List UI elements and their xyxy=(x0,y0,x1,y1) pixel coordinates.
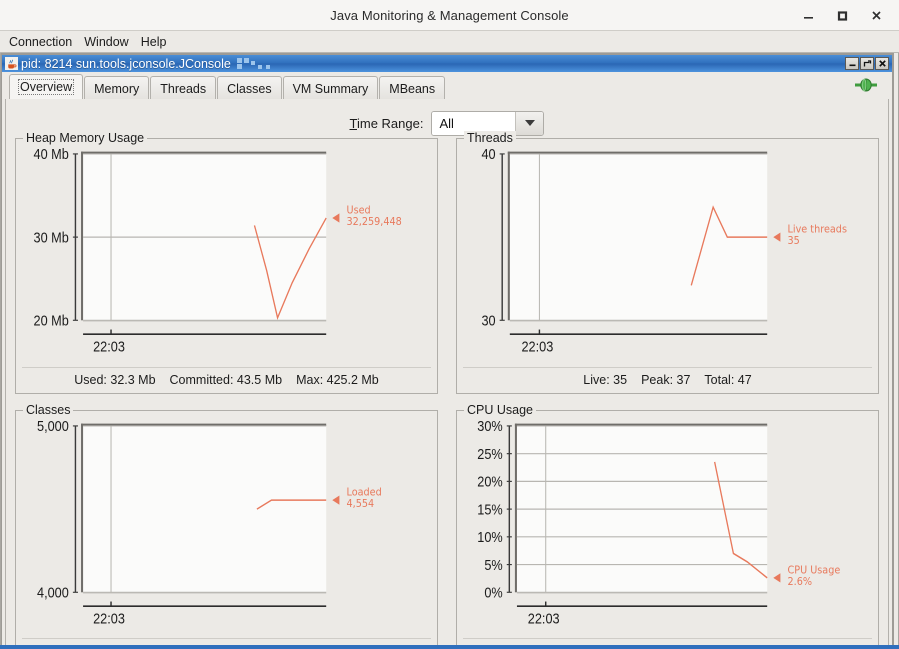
svg-text:2.6%: 2.6% xyxy=(788,575,813,588)
svg-text:4,554: 4,554 xyxy=(347,497,375,510)
application-window: Java Monitoring & Management Console Con… xyxy=(0,0,899,649)
tab-threads[interactable]: Threads xyxy=(150,76,217,100)
tab-mbeans[interactable]: MBeans xyxy=(379,76,446,100)
internal-frame-controls xyxy=(845,57,890,70)
charts-grid: Heap Memory Usage 20 Mb 30 Mb 40 Mb 22:03 Us… xyxy=(15,131,879,648)
internal-restore-button[interactable] xyxy=(860,57,874,70)
maximize-icon[interactable] xyxy=(825,1,859,29)
panel-cpu-usage-title: CPU Usage xyxy=(464,402,536,417)
svg-text:30: 30 xyxy=(481,313,496,329)
svg-text:30%: 30% xyxy=(477,419,502,434)
svg-text:22:03: 22:03 xyxy=(521,339,553,355)
threads-live-stat: Live: 35 xyxy=(583,372,628,387)
panel-threads: Threads 30 40 22:03 Live threads 35 Live: 35… xyxy=(456,131,879,394)
svg-text:22:03: 22:03 xyxy=(528,610,560,626)
svg-text:22:03: 22:03 xyxy=(93,339,125,355)
tab-memory-label: Memory xyxy=(94,81,140,96)
desktop-pane: pid: 8214 sun.tools.jconsole.JConsole Ov… xyxy=(0,53,899,649)
svg-text:20%: 20% xyxy=(477,473,502,489)
panel-classes-title: Classes xyxy=(23,402,74,417)
chart-threads[interactable]: 30 40 22:03 Live threads 35 xyxy=(461,147,874,367)
heap-used-stat: Used: 32.3 Mb xyxy=(74,372,156,387)
tab-memory[interactable]: Memory xyxy=(84,76,150,100)
titlebar-decoration xyxy=(235,57,841,70)
time-range-label-rest: ime Range: xyxy=(356,115,424,131)
panel-threads-title: Threads xyxy=(464,131,516,145)
panel-heap-memory-usage-title: Heap Memory Usage xyxy=(23,131,148,145)
internal-close-button[interactable] xyxy=(875,57,889,70)
tab-overview[interactable]: Overview xyxy=(9,74,84,99)
svg-text:22:03: 22:03 xyxy=(93,610,125,626)
heap-max-stat: Max: 425.2 Mb xyxy=(296,372,379,387)
svg-text:35: 35 xyxy=(788,234,800,247)
svg-text:40 Mb: 40 Mb xyxy=(34,147,69,162)
svg-text:20 Mb: 20 Mb xyxy=(34,313,69,329)
panel-classes: Classes 4,0005,00022:03Loaded4,554 Loade… xyxy=(15,402,438,648)
minimize-icon[interactable] xyxy=(791,1,825,29)
svg-text:40: 40 xyxy=(481,147,496,162)
overview-content: Time Range: All Heap Memory Usage 20 Mb 3… xyxy=(5,99,889,648)
chevron-down-icon[interactable] xyxy=(515,111,544,135)
tab-overview-label: Overview xyxy=(18,79,75,95)
menu-window[interactable]: Window xyxy=(78,34,134,50)
internal-minimize-button[interactable] xyxy=(845,57,859,70)
tab-vm-summary-label: VM Summary xyxy=(292,81,369,96)
svg-text:25%: 25% xyxy=(477,446,502,462)
java-cup-icon xyxy=(4,56,19,71)
tab-vm-summary[interactable]: VM Summary xyxy=(282,76,379,100)
chart-cpu-usage[interactable]: 0% 5% 10% 15% 20% 25% 30% 22:03 CPU Usage 2.6% xyxy=(461,419,874,639)
menu-help[interactable]: Help xyxy=(135,34,173,50)
svg-text:5,000: 5,000 xyxy=(37,419,69,434)
menu-connection[interactable]: Connection xyxy=(3,34,78,50)
panel-threads-footer: Live: 35 Peak: 37 Total: 47 xyxy=(463,366,872,393)
internal-frame-title: pid: 8214 sun.tools.jconsole.JConsole xyxy=(21,56,231,71)
chart-heap-memory-usage[interactable]: 20 Mb 30 Mb 40 Mb 22:03 Used 32,259,448 xyxy=(20,147,433,367)
svg-text:30 Mb: 30 Mb xyxy=(34,230,69,246)
internal-frame-titlebar[interactable]: pid: 8214 sun.tools.jconsole.JConsole xyxy=(2,55,892,72)
svg-text:5%: 5% xyxy=(484,557,502,573)
window-title: Java Monitoring & Management Console xyxy=(330,7,569,23)
threads-total-stat: Total: 47 xyxy=(704,372,752,387)
svg-text:0%: 0% xyxy=(484,584,502,600)
tab-threads-label: Threads xyxy=(160,81,207,96)
green-connected-plug-icon[interactable] xyxy=(854,77,878,93)
svg-text:10%: 10% xyxy=(477,529,502,545)
tabstrip-container: Overview Memory Threads Classes VM Summa… xyxy=(2,72,892,100)
time-range-mnemonic: T xyxy=(349,115,357,131)
panel-cpu-usage: CPU Usage 0% 5% 10% 15% 20% 25% 30% 22:03 CPU Us… xyxy=(456,402,879,648)
tab-mbeans-label: MBeans xyxy=(389,81,436,96)
heap-committed-stat: Committed: 43.5 Mb xyxy=(169,372,283,387)
close-icon[interactable] xyxy=(859,1,893,29)
tab-classes-label: Classes xyxy=(227,81,272,96)
window-controls xyxy=(791,0,893,30)
window-titlebar: Java Monitoring & Management Console xyxy=(0,0,899,31)
svg-text:32,259,448: 32,259,448 xyxy=(347,215,402,228)
tabstrip: Overview Memory Threads Classes VM Summa… xyxy=(2,72,892,100)
threads-peak-stat: Peak: 37 xyxy=(641,372,691,387)
time-range-label: Time Range: xyxy=(350,116,424,131)
panel-heap-memory-usage-footer: Used: 32.3 Mb Committed: 43.5 Mb Max: 425.… xyxy=(22,366,431,393)
svg-text:4,000: 4,000 xyxy=(37,584,69,600)
internal-frame: pid: 8214 sun.tools.jconsole.JConsole Ov… xyxy=(1,53,894,648)
panel-heap-memory-usage: Heap Memory Usage 20 Mb 30 Mb 40 Mb 22:03 Us… xyxy=(15,131,438,394)
tab-classes[interactable]: Classes xyxy=(217,76,282,100)
menubar: Connection Window Help xyxy=(0,31,899,53)
taskbar-sliver xyxy=(0,645,899,649)
chart-classes[interactable]: 4,000 5,000 22:03 Loaded 4,554 xyxy=(20,419,433,639)
svg-text:15%: 15% xyxy=(477,501,502,517)
